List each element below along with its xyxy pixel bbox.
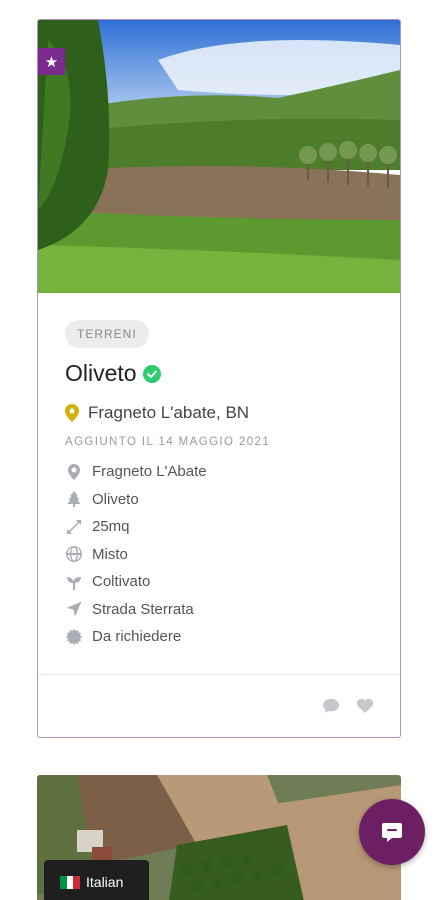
category-badge[interactable]: TERRENI: [65, 320, 149, 348]
language-label[interactable]: Italian: [86, 874, 123, 890]
attribute-list: Fragneto L'Abate Oliveto 25mq Misto Colt…: [65, 458, 380, 651]
added-date: AGGIUNTO IL 14 MAGGIO 2021: [65, 436, 271, 448]
language-switcher[interactable]: Italian: [44, 860, 149, 900]
featured-star-icon: ★: [38, 48, 65, 75]
listing-card[interactable]: ★ TERRENI Oliveto Fragneto L'abate, BN A…: [37, 19, 401, 738]
heart-icon[interactable]: [356, 697, 374, 720]
attribute-item: Coltivato: [65, 568, 380, 596]
attribute-item: Oliveto: [65, 486, 380, 514]
map-pin-icon: [65, 463, 83, 481]
chat-bubble-icon: [382, 823, 402, 842]
seedling-icon: [65, 573, 83, 591]
attribute-label: Oliveto: [92, 490, 139, 508]
listing-title[interactable]: Oliveto: [65, 360, 137, 387]
verified-check-icon: [142, 364, 161, 383]
tree-icon: [65, 490, 83, 508]
expand-arrows-icon: [65, 518, 83, 536]
map-marker-icon: [65, 404, 79, 422]
title-row: Oliveto: [65, 360, 380, 387]
attribute-item: Fragneto L'Abate: [65, 458, 380, 486]
card-divider: [38, 674, 400, 675]
listing-location[interactable]: Fragneto L'abate, BN: [88, 403, 249, 423]
attribute-label: 25mq: [92, 518, 130, 536]
attribute-label: Da richiedere: [92, 628, 182, 646]
attribute-label: Misto: [92, 545, 128, 563]
certificate-icon: [65, 628, 83, 646]
attribute-label: Fragneto L'Abate: [92, 463, 207, 481]
card-actions: [322, 697, 374, 720]
location-row: Fragneto L'abate, BN: [65, 403, 380, 423]
attribute-item: Misto: [65, 541, 380, 569]
comment-icon[interactable]: [322, 697, 340, 720]
attribute-item: Strada Sterrata: [65, 596, 380, 624]
attribute-item: Da richiedere: [65, 623, 380, 651]
attribute-item: 25mq: [65, 513, 380, 541]
chat-button[interactable]: [359, 799, 425, 865]
globe-icon: [65, 545, 83, 563]
italy-flag-icon: [60, 875, 81, 889]
attribute-label: Coltivato: [92, 573, 151, 591]
listing-photo[interactable]: ★: [38, 20, 400, 293]
listing-details: TERRENI Oliveto Fragneto L'abate, BN AGG…: [65, 320, 380, 651]
location-arrow-icon: [65, 600, 83, 618]
attribute-label: Strada Sterrata: [92, 600, 194, 618]
